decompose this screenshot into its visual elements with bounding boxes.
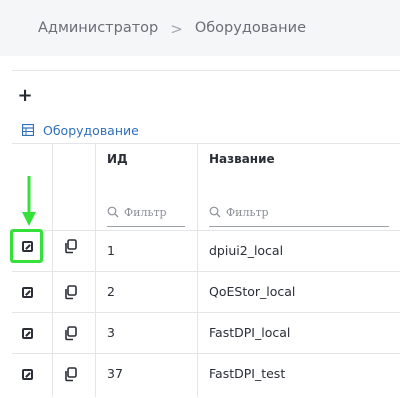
table-row-id: 37 — [107, 366, 123, 381]
edit-icon — [21, 327, 33, 339]
table-row-name[interactable]: FastDPI_local — [209, 312, 290, 353]
filter-input-id[interactable]: Фильтр — [107, 198, 185, 227]
filter-placeholder: Фильтр — [124, 205, 167, 219]
filter-placeholder: Фильтр — [226, 205, 269, 219]
table-row-name[interactable]: FastDPI_test — [209, 353, 285, 394]
edit-button[interactable] — [19, 284, 35, 300]
edit-button[interactable] — [19, 325, 35, 341]
copy-icon — [65, 325, 77, 340]
section-header: Оборудование — [22, 120, 139, 140]
search-icon — [209, 206, 221, 218]
row-divider — [12, 271, 400, 272]
annotation-arrow-icon — [22, 176, 36, 226]
top-bar: Администратор > Оборудование — [0, 0, 400, 56]
copy-button[interactable] — [63, 325, 79, 341]
edit-icon — [21, 286, 33, 298]
copy-button[interactable] — [63, 284, 79, 300]
filter-input-name[interactable]: Фильтр — [209, 198, 389, 227]
copy-icon — [65, 284, 77, 299]
copy-icon — [65, 366, 77, 381]
copy-icon — [65, 238, 77, 253]
edit-button[interactable] — [19, 366, 35, 382]
row-divider — [12, 353, 400, 354]
header-bottom-border — [12, 230, 400, 231]
add-button[interactable]: + — [14, 84, 36, 106]
row-divider — [12, 312, 400, 313]
breadcrumb-item-admin[interactable]: Администратор — [38, 20, 158, 36]
table-icon — [22, 124, 34, 136]
column-header-name[interactable]: Название — [209, 152, 275, 166]
search-icon — [107, 206, 119, 218]
table-row-id: 3 — [107, 325, 115, 340]
table-top-border — [12, 143, 400, 144]
breadcrumb-separator: > — [170, 19, 183, 38]
copy-button[interactable] — [63, 366, 79, 382]
table-row-id: 1 — [107, 243, 115, 258]
column-header-id[interactable]: ИД — [107, 152, 128, 166]
table-row-name[interactable]: dpiui2_local — [209, 230, 283, 271]
table-row-name[interactable]: QoEStor_local — [209, 271, 295, 312]
copy-button[interactable] — [63, 238, 79, 254]
breadcrumb-item-equipment: Оборудование — [194, 20, 306, 36]
table-row-id: 2 — [107, 284, 115, 299]
breadcrumb: Администратор > Оборудование — [38, 0, 306, 56]
edit-icon — [21, 240, 33, 252]
edit-icon — [21, 368, 33, 380]
edit-button[interactable] — [19, 238, 35, 254]
section-title: Оборудование — [43, 122, 139, 138]
